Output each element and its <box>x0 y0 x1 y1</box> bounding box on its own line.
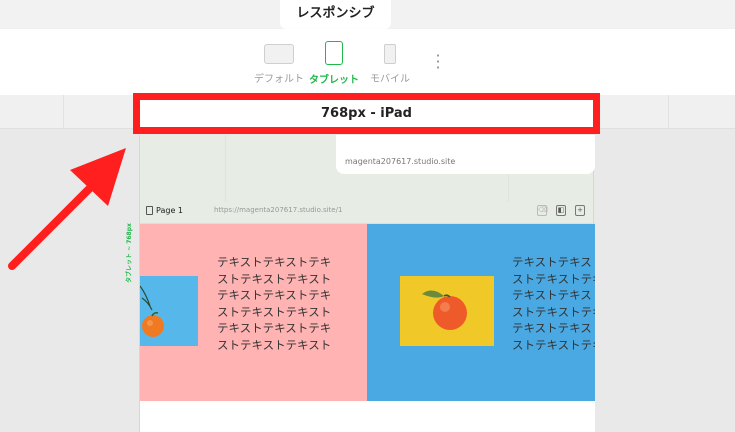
ruler-tick <box>668 95 669 129</box>
device-default[interactable]: デフォルト <box>250 39 308 85</box>
content-column-blue[interactable]: テキストテキストテキストテキストテキストテキストテキストテキストテキストテキスト… <box>367 224 595 401</box>
breakpoint-label: 768px - iPad <box>133 93 600 134</box>
device-tablet[interactable]: タブレット <box>305 39 363 86</box>
blue-column-text[interactable]: テキストテキストテキストテキストテキストテキストテキストテキストテキストテキスト… <box>512 254 595 353</box>
page-name[interactable]: Page 1 <box>156 206 183 215</box>
trash-icon[interactable]: ⌫ <box>537 205 548 216</box>
orange-image <box>422 290 467 330</box>
top-tab-bar: レスポンシブ <box>0 0 735 29</box>
page-bar: Page 1 https://magenta207617.studio.site… <box>140 202 595 222</box>
tablet-icon <box>325 41 343 65</box>
duplicate-page-icon[interactable]: ◧ <box>556 205 566 216</box>
pink-column-text[interactable]: テキストテキストテキストテキストテキストテキストテキストテキストテキストテキスト… <box>217 254 335 353</box>
tab-responsive[interactable]: レスポンシブ <box>280 0 391 29</box>
canvas-area: magenta207617.studio.site Page 1 https:/… <box>139 135 595 432</box>
orange-photo[interactable] <box>140 276 198 346</box>
canvas-guide-line <box>225 135 226 202</box>
add-page-icon[interactable]: + <box>575 205 585 216</box>
device-mobile-label: モバイル <box>370 74 410 85</box>
device-mobile[interactable]: モバイル <box>365 39 415 85</box>
device-panel: デフォルト タブレット モバイル · · · <box>0 29 735 95</box>
page-preview[interactable]: テキストテキストテキストテキストテキストテキストテキストテキストテキストテキスト… <box>140 223 595 432</box>
mobile-icon <box>384 44 396 64</box>
device-tablet-label: タブレット <box>309 75 359 86</box>
ruler-tick <box>63 95 64 129</box>
red-arrow-icon <box>8 148 126 270</box>
device-default-label: デフォルト <box>254 74 304 85</box>
content-column-pink[interactable]: テキストテキストテキストテキストテキストテキストテキストテキストテキストテキスト… <box>140 224 367 401</box>
more-options-icon[interactable]: · · · <box>432 48 444 76</box>
page-icon <box>146 206 153 215</box>
page-url[interactable]: https://magenta207617.studio.site/1 <box>214 206 342 214</box>
desktop-icon <box>264 44 294 64</box>
orange-image <box>140 285 164 337</box>
site-url-card[interactable]: magenta207617.studio.site <box>336 135 595 174</box>
orange-photo[interactable] <box>400 276 494 346</box>
